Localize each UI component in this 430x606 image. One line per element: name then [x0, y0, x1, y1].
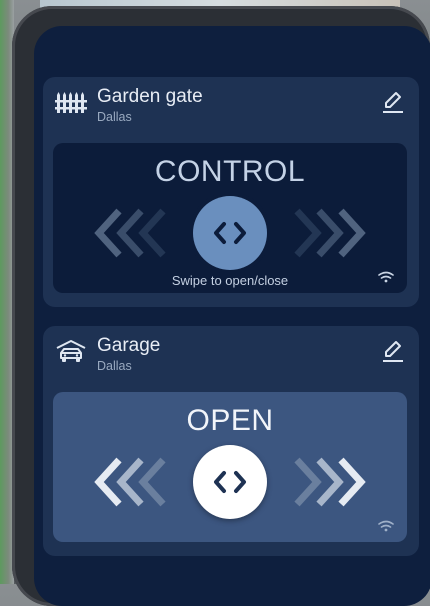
chevrons-left-icon	[94, 208, 166, 258]
edit-icon[interactable]	[381, 338, 405, 364]
swipe-knob[interactable]	[193, 196, 267, 270]
swipe-control-panel[interactable]: CONTROL Swipe to open/close	[53, 143, 407, 293]
code-arrows-icon	[214, 222, 246, 244]
fence-icon	[55, 92, 87, 113]
wifi-icon	[378, 520, 394, 532]
action-label: OPEN	[186, 404, 274, 437]
car-icon	[56, 340, 86, 362]
device-card-header: Garden gate Dallas	[43, 77, 419, 135]
device-card-header: Garage Dallas	[43, 326, 419, 384]
device-location: Dallas	[97, 110, 132, 124]
code-arrows-icon	[214, 471, 246, 493]
device-card-garage: Garage Dallas OPEN	[43, 326, 419, 556]
chevrons-right-icon	[294, 457, 366, 507]
wifi-icon	[378, 271, 394, 283]
swipe-knob[interactable]	[193, 445, 267, 519]
device-name: Garage	[97, 335, 161, 356]
action-label: CONTROL	[154, 155, 306, 188]
swipe-hint: Swipe to open/close	[171, 273, 289, 288]
device-card-garden-gate: Garden gate Dallas CONTROL Swipe to open…	[43, 77, 419, 307]
chevrons-right-icon	[294, 208, 366, 258]
swipe-control-panel[interactable]: OPEN	[53, 392, 407, 542]
chevrons-left-icon	[94, 457, 166, 507]
phone-frame: Garden gate Dallas CONTROL Swipe to open…	[12, 6, 430, 606]
edit-icon[interactable]	[381, 89, 405, 115]
device-location: Dallas	[97, 359, 132, 373]
app-screen: Garden gate Dallas CONTROL Swipe to open…	[34, 26, 430, 606]
device-name: Garden gate	[97, 86, 203, 107]
